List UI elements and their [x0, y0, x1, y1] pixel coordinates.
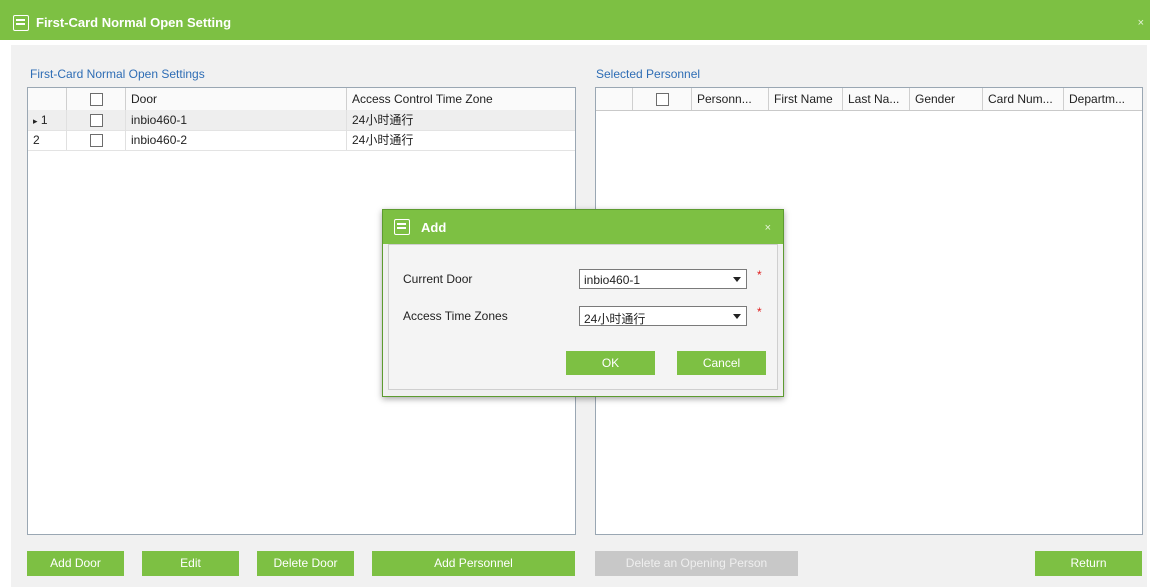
required-marker: * [757, 305, 762, 319]
window-title: First-Card Normal Open Setting [36, 15, 232, 30]
left-section-title: First-Card Normal Open Settings [30, 67, 205, 81]
current-door-value: inbio460-1 [584, 273, 641, 287]
time-zone-column-header[interactable]: Access Control Time Zone [347, 88, 575, 110]
access-time-zones-select[interactable]: 24小时通行 [579, 306, 747, 326]
right-section-title: Selected Personnel [596, 67, 701, 81]
cancel-button[interactable]: Cancel [677, 351, 766, 375]
chevron-down-icon [733, 277, 741, 282]
window-close-icon[interactable]: × [1138, 17, 1144, 29]
table-row[interactable]: ▸ 1 inbio460-1 24小时通行 [28, 110, 575, 131]
row-indicator-header [596, 88, 633, 110]
dialog-title: Add [421, 220, 447, 235]
doors-grid-header: Door Access Control Time Zone [28, 88, 575, 111]
time-zone-cell: 24小时通行 [352, 113, 414, 127]
personnel-grid-header: Personn... First Name Last Na... Gender … [596, 88, 1142, 111]
add-door-button[interactable]: Add Door [27, 551, 124, 576]
add-dialog: Add × Current Door inbio460-1 * Access T… [382, 209, 784, 397]
window-app-icon [13, 15, 29, 31]
row-indicator-header [28, 88, 67, 110]
edit-button[interactable]: Edit [142, 551, 239, 576]
delete-door-button[interactable]: Delete Door [257, 551, 354, 576]
access-time-zones-label: Access Time Zones [403, 309, 508, 323]
door-cell: inbio460-2 [126, 130, 347, 150]
delete-opening-person-button[interactable]: Delete an Opening Person [595, 551, 798, 576]
access-time-zones-value: 24小时通行 [584, 312, 646, 326]
required-marker: * [757, 268, 762, 282]
current-door-select[interactable]: inbio460-1 [579, 269, 747, 289]
door-cell: inbio460-1 [126, 110, 347, 130]
card-number-column-header[interactable]: Card Num... [983, 88, 1064, 110]
current-row-marker-icon: ▸ [33, 116, 38, 126]
select-all-header [67, 88, 126, 110]
dialog-title-bar[interactable]: Add × [383, 210, 783, 244]
row-index: ▸ 1 [28, 110, 67, 130]
door-column-header[interactable]: Door [126, 88, 347, 110]
first-name-column-header[interactable]: First Name [769, 88, 843, 110]
gender-column-header[interactable]: Gender [910, 88, 983, 110]
dialog-app-icon [394, 219, 410, 235]
select-all-checkbox[interactable] [89, 93, 103, 107]
row-checkbox[interactable] [89, 114, 103, 128]
add-personnel-button[interactable]: Add Personnel [372, 551, 575, 576]
title-bar[interactable]: First-Card Normal Open Setting × [0, 0, 1150, 40]
row-index: 2 [28, 130, 67, 150]
personnel-no-column-header[interactable]: Personn... [692, 88, 769, 110]
select-all-header [633, 88, 692, 110]
table-row[interactable]: 2 inbio460-2 24小时通行 [28, 130, 575, 151]
row-checkbox-cell [67, 110, 126, 130]
ok-button[interactable]: OK [566, 351, 655, 375]
window: First-Card Normal Open Setting × First-C… [0, 0, 1150, 587]
last-name-column-header[interactable]: Last Na... [843, 88, 910, 110]
row-checkbox-cell [67, 130, 126, 150]
time-zone-cell: 24小时通行 [352, 133, 414, 147]
row-checkbox[interactable] [89, 134, 103, 148]
chevron-down-icon [733, 314, 741, 319]
return-button[interactable]: Return [1035, 551, 1142, 576]
department-column-header[interactable]: Departm... [1064, 88, 1142, 110]
dialog-body: Current Door inbio460-1 * Access Time Zo… [388, 244, 778, 390]
dialog-close-icon[interactable]: × [765, 222, 771, 234]
current-door-label: Current Door [403, 272, 473, 286]
select-all-checkbox[interactable] [655, 93, 669, 107]
